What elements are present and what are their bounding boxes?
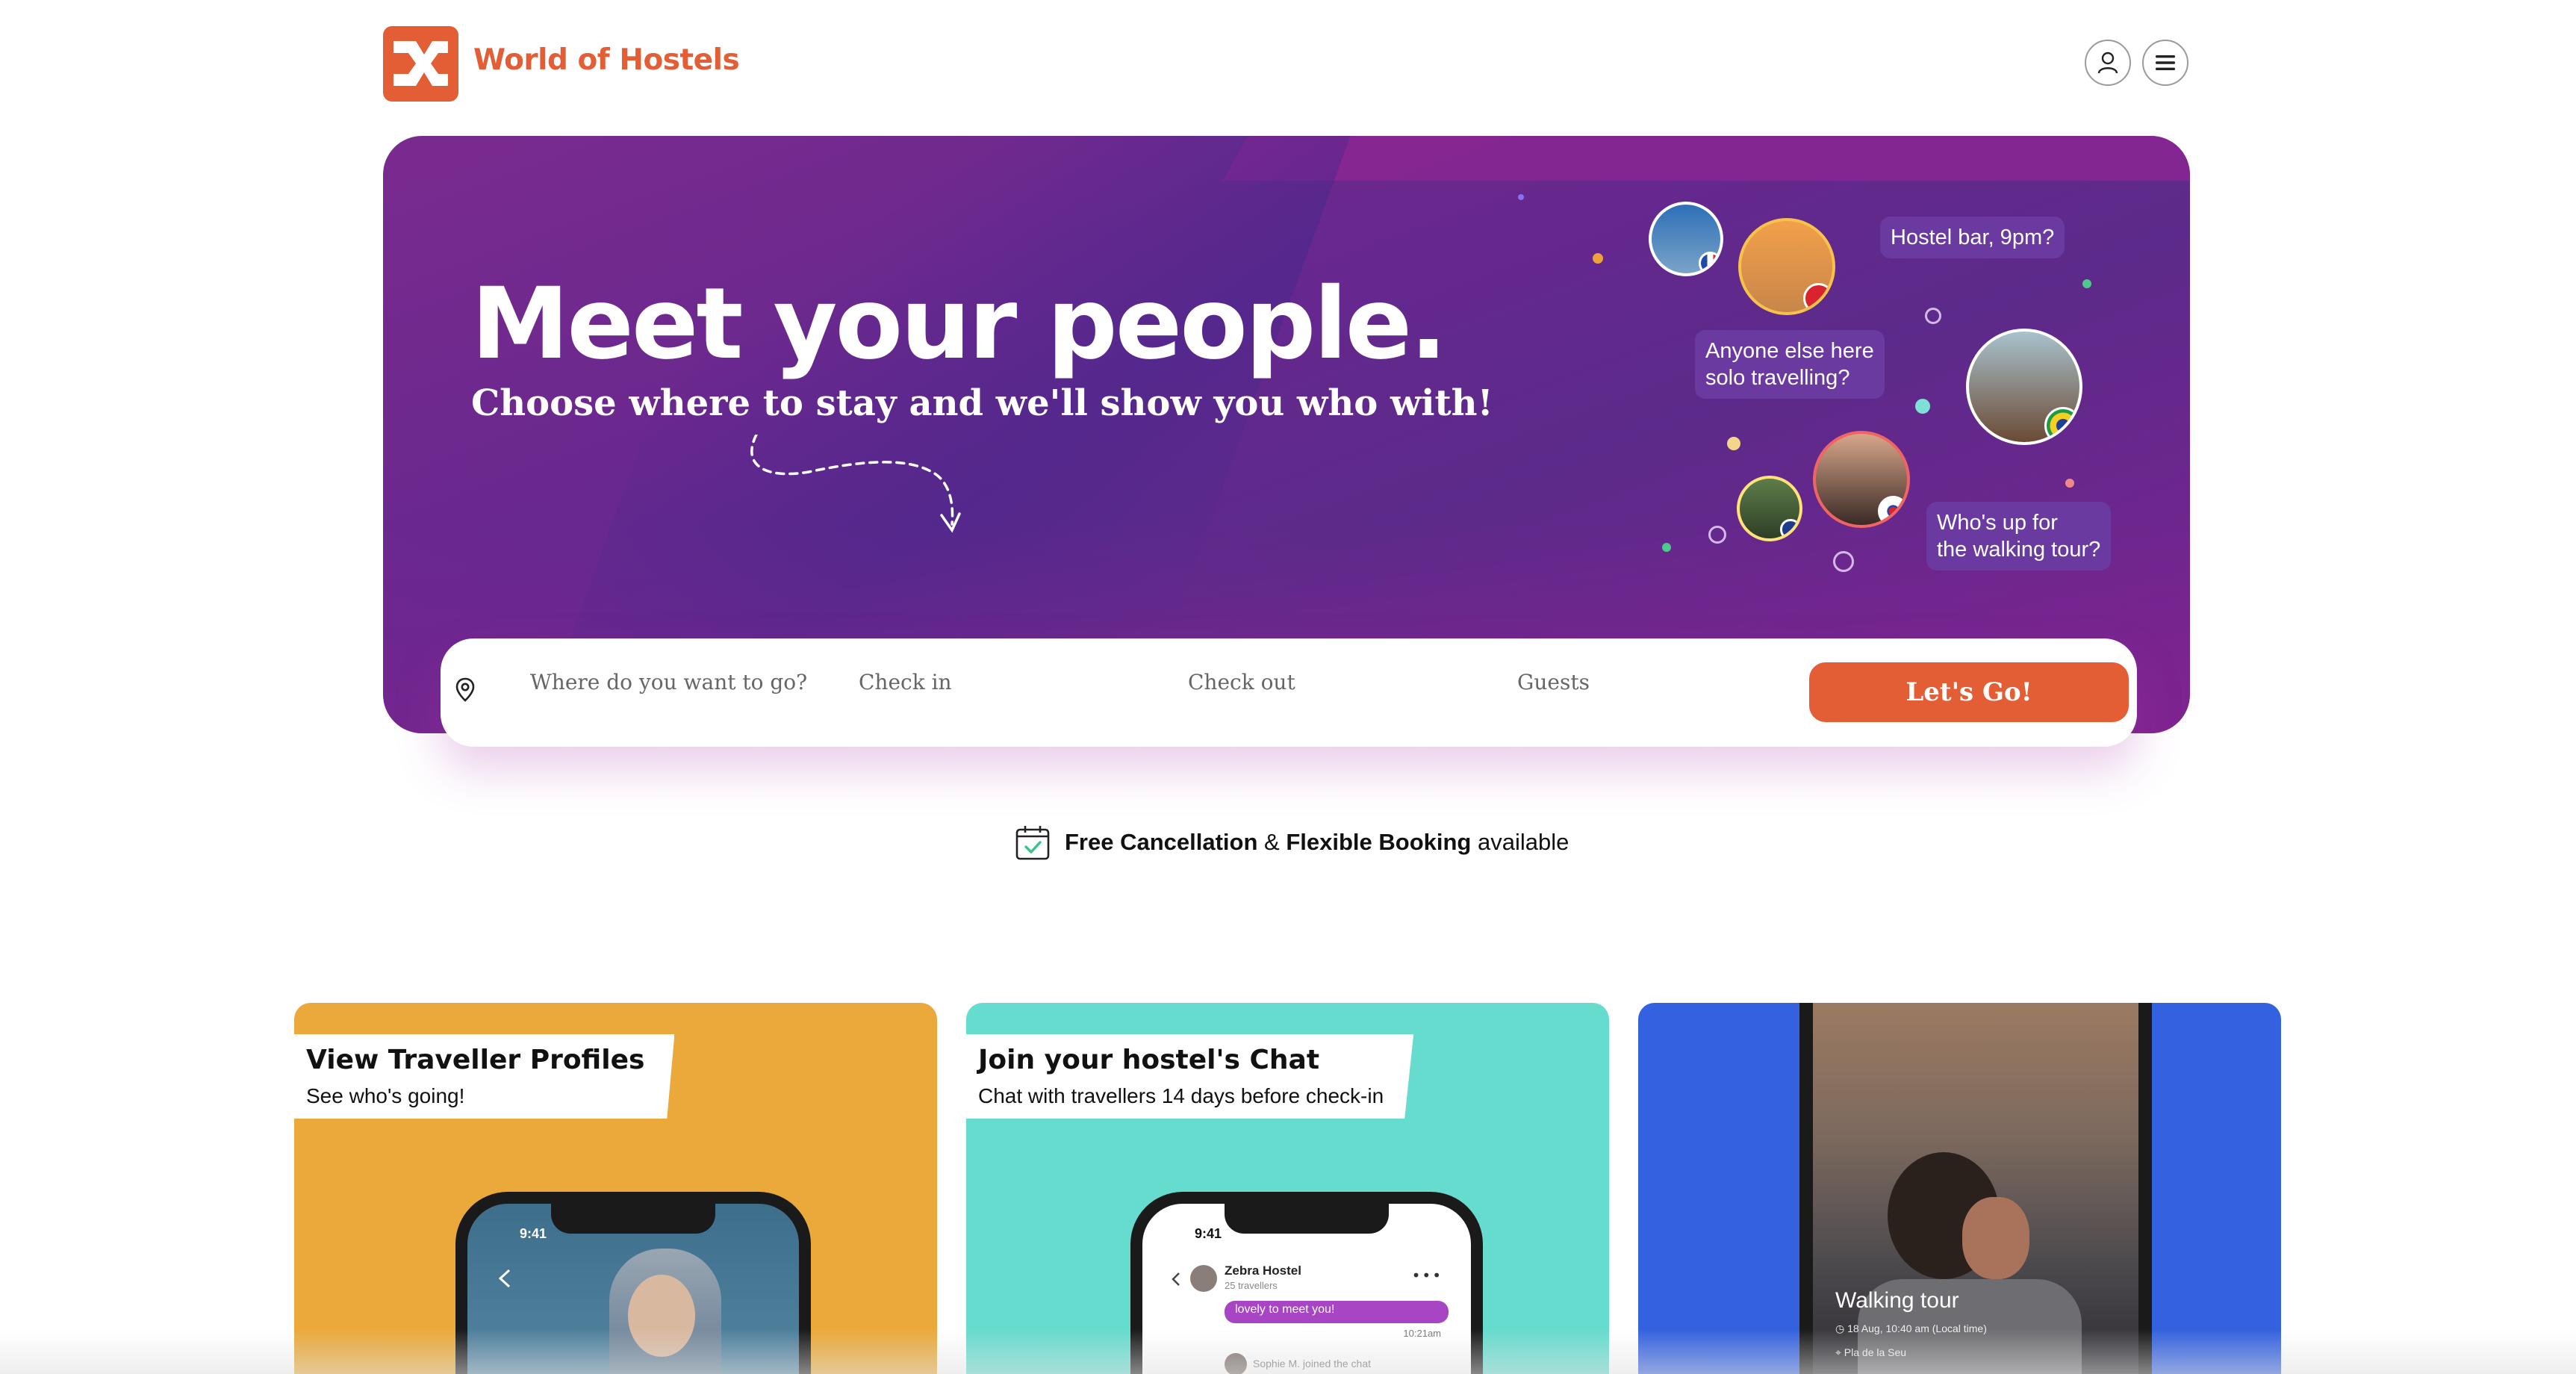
chat-bubble: Anyone else here solo travelling? (1695, 330, 1885, 399)
decor-ring (1925, 308, 1941, 324)
traveller-avatar (1738, 218, 1835, 315)
hero-decoration (1222, 136, 2190, 181)
phone-notch (1225, 1202, 1389, 1234)
guests-input[interactable]: Guests (1517, 670, 1590, 694)
phone-mockup: 9:41 Zebra Hostel 25 travellers ••• love… (1130, 1192, 1483, 1374)
phone-mockup: 9:41 (455, 1192, 811, 1374)
search-bar: Where do you want to go? Check in Check … (441, 638, 2137, 747)
card-subtitle: Chat with travellers 14 days before chec… (978, 1084, 1384, 1107)
check-in-input[interactable]: Check in (859, 670, 952, 694)
menu-button[interactable] (2142, 40, 2188, 86)
decor-dot (1518, 194, 1524, 200)
calendar-check-icon (1015, 826, 1050, 860)
decor-dot (1593, 253, 1603, 264)
event-title: Walking tour (1835, 1288, 1959, 1313)
decor-ring (1708, 526, 1726, 544)
user-icon (2097, 52, 2118, 74)
back-arrow-icon (1172, 1272, 1180, 1286)
chat-message-time: 10:21am (1403, 1328, 1441, 1339)
chat-bubble: Who's up for the walking tour? (1926, 502, 2112, 571)
traveller-avatar (1737, 476, 1802, 541)
user-avatar (1225, 1353, 1247, 1374)
traveller-avatar (1649, 202, 1723, 276)
decor-dot (2065, 479, 2074, 488)
hostel-avatar (1190, 1265, 1217, 1292)
brand-logo[interactable] (383, 26, 458, 102)
phone-status-time: 9:41 (520, 1226, 547, 1241)
person-face (1962, 1197, 2029, 1279)
card-subtitle: See who's going! (306, 1084, 465, 1107)
decor-dot (2082, 279, 2091, 288)
decor-dot (1727, 437, 1740, 450)
card-title: Join your hostel's Chat (978, 1045, 1320, 1075)
korea-flag-icon (1877, 495, 1907, 525)
dashed-arrow-icon (750, 435, 961, 533)
brazil-flag-icon (2044, 406, 2079, 442)
traveller-avatar (1813, 431, 1910, 528)
hero-subtitle: Choose where to stay and we'll show you … (471, 382, 1493, 424)
phone-notch (551, 1202, 715, 1234)
australia-flag-icon (1780, 519, 1799, 538)
china-flag-icon (1802, 282, 1832, 312)
account-button[interactable] (2085, 40, 2131, 86)
feature-card-chat[interactable]: Join your hostel's Chat Chat with travel… (966, 1003, 1609, 1374)
card-title: View Traveller Profiles (306, 1045, 645, 1075)
chat-system-message: Sophie M. joined the chat (1253, 1358, 1371, 1370)
france-flag-icon (1698, 251, 1720, 273)
chat-message-bubble: lovely to meet you! (1225, 1301, 1449, 1323)
check-out-input[interactable]: Check out (1188, 670, 1295, 694)
event-photo: Walking tour ◷ 18 Aug, 10:40 am (Local t… (1813, 1003, 2138, 1374)
brand-name[interactable]: World of Hostels (473, 43, 740, 77)
phone-status-time: 9:41 (1195, 1226, 1222, 1241)
cancellation-notice: Free Cancellation & Flexible Booking ava… (1015, 824, 1569, 861)
chat-traveller-count: 25 travellers (1225, 1280, 1278, 1291)
search-submit-button[interactable]: Let's Go! (1809, 662, 2129, 722)
feature-card-profiles[interactable]: View Traveller Profiles See who's going!… (294, 1003, 937, 1374)
location-pin-icon (455, 677, 475, 702)
decor-dot (1915, 399, 1930, 414)
feature-card-events[interactable]: Walking tour ◷ 18 Aug, 10:40 am (Local t… (1638, 1003, 2281, 1374)
hero-title: Meet your people. (471, 267, 1447, 382)
traveller-avatar (1966, 329, 2082, 445)
phone-mockup: Walking tour ◷ 18 Aug, 10:40 am (Local t… (1799, 1003, 2152, 1374)
decor-ring (1833, 551, 1854, 572)
card-label: Join your hostel's Chat Chat with travel… (966, 1034, 1414, 1119)
destination-input[interactable]: Where do you want to go? (530, 670, 807, 694)
event-time: ◷ 18 Aug, 10:40 am (Local time) (1835, 1322, 1987, 1334)
hamburger-menu-icon (2156, 55, 2175, 70)
decor-dot (1662, 543, 1671, 552)
card-label: View Traveller Profiles See who's going! (294, 1034, 675, 1119)
chat-bubble: Hostel bar, 9pm? (1880, 217, 2065, 258)
cancellation-text: Free Cancellation & Flexible Booking ava… (1065, 829, 1569, 855)
event-location: ⌖ Pla de la Seu (1835, 1346, 1907, 1358)
back-arrow-icon (498, 1269, 511, 1288)
chat-hostel-name: Zebra Hostel (1225, 1263, 1301, 1278)
logo-icon (393, 41, 448, 86)
more-options-icon[interactable]: ••• (1412, 1266, 1443, 1284)
traveller-face (628, 1275, 695, 1357)
